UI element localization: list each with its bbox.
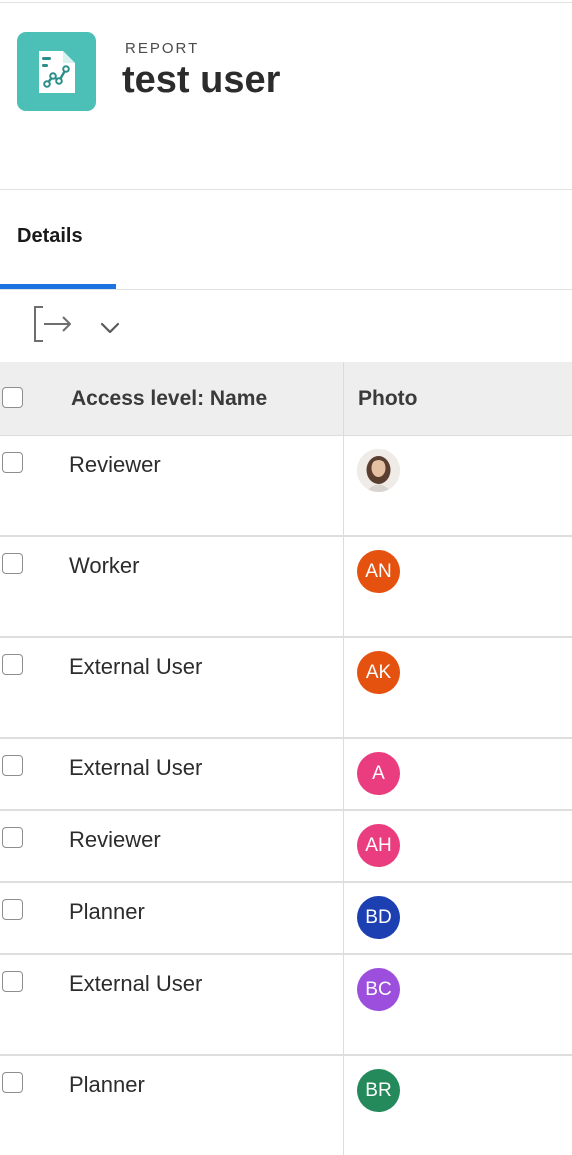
column-divider xyxy=(343,1056,344,1155)
avatar: AK xyxy=(357,651,400,694)
page-header: REPORT test user xyxy=(0,3,572,190)
avatar: AN xyxy=(357,550,400,593)
avatar: AH xyxy=(357,824,400,867)
column-header-access-level[interactable]: Access level: Name xyxy=(71,387,267,411)
access-level-cell: Planner xyxy=(69,1072,145,1097)
table-row[interactable]: External User A xyxy=(0,739,572,811)
table-header-row: Access level: Name Photo xyxy=(0,362,572,436)
access-level-cell: External User xyxy=(69,755,203,780)
export-options-dropdown[interactable] xyxy=(96,314,124,342)
column-divider xyxy=(343,436,344,535)
table-row[interactable]: Worker AN xyxy=(0,537,572,638)
table-row[interactable]: Reviewer AH xyxy=(0,811,572,883)
tab-details-label: Details xyxy=(17,225,83,247)
chevron-down-icon xyxy=(100,322,120,334)
avatar: BR xyxy=(357,1069,400,1112)
row-checkbox[interactable] xyxy=(2,971,23,992)
access-level-cell: Worker xyxy=(69,553,140,578)
row-checkbox[interactable] xyxy=(2,827,23,848)
avatar: BC xyxy=(357,968,400,1011)
row-checkbox[interactable] xyxy=(2,1072,23,1093)
column-divider xyxy=(343,739,344,809)
tab-details[interactable]: Details xyxy=(0,190,116,289)
column-divider xyxy=(343,955,344,1054)
report-chart-icon xyxy=(17,32,96,111)
column-divider xyxy=(343,362,344,435)
table-toolbar xyxy=(0,290,572,362)
column-divider xyxy=(343,883,344,953)
row-checkbox[interactable] xyxy=(2,553,23,574)
column-divider xyxy=(343,638,344,737)
table-row[interactable]: External User BC xyxy=(0,955,572,1056)
access-level-cell: External User xyxy=(69,654,203,679)
table-row[interactable]: Reviewer xyxy=(0,436,572,537)
table-row[interactable]: Planner BD xyxy=(0,883,572,955)
row-checkbox[interactable] xyxy=(2,755,23,776)
users-table: Access level: Name Photo Reviewer Worker… xyxy=(0,362,572,1155)
access-level-cell: External User xyxy=(69,971,203,996)
access-level-cell: Reviewer xyxy=(69,452,161,477)
access-level-cell: Planner xyxy=(69,899,145,924)
row-checkbox[interactable] xyxy=(2,899,23,920)
avatar: A xyxy=(357,752,400,795)
object-type-label: REPORT xyxy=(125,40,200,57)
user-photo-icon xyxy=(357,449,400,492)
row-checkbox[interactable] xyxy=(2,452,23,473)
page-title: test user xyxy=(122,59,281,101)
select-all-checkbox[interactable] xyxy=(2,387,23,408)
column-header-photo[interactable]: Photo xyxy=(358,387,417,411)
avatar: BD xyxy=(357,896,400,939)
avatar xyxy=(357,449,400,492)
column-divider xyxy=(343,811,344,881)
column-divider xyxy=(343,537,344,636)
table-row[interactable]: Planner BR xyxy=(0,1056,572,1155)
row-checkbox[interactable] xyxy=(2,654,23,675)
export-icon xyxy=(34,306,71,342)
access-level-cell: Reviewer xyxy=(69,827,161,852)
export-button[interactable] xyxy=(30,304,74,344)
table-row[interactable]: External User AK xyxy=(0,638,572,739)
